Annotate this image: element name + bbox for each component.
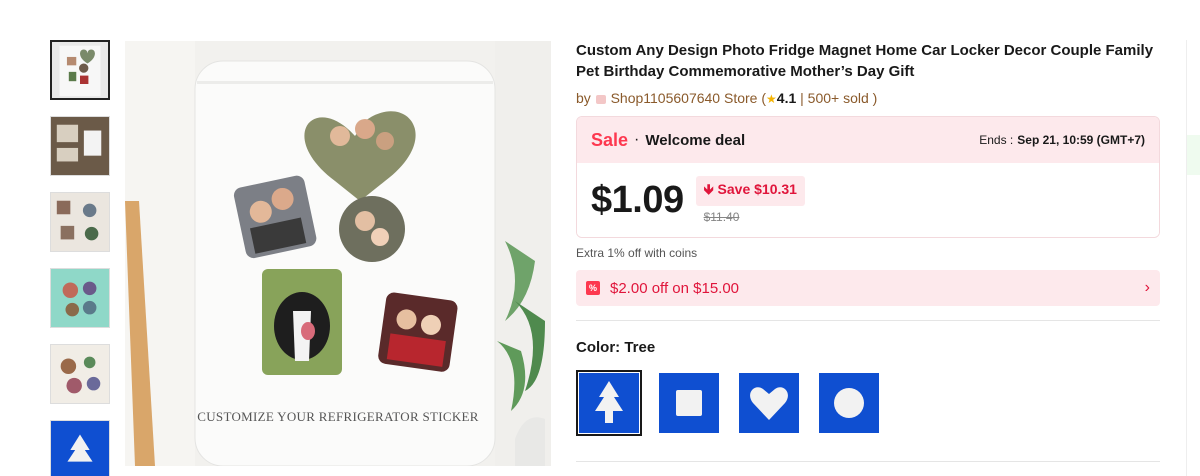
ends-value: Sep 21, 10:59 (GMT+7) xyxy=(1017,133,1145,147)
right-panel-accent xyxy=(1187,135,1200,175)
sold-count: | 500+ sold ) xyxy=(796,90,878,106)
thumbnail-5[interactable] xyxy=(50,344,110,404)
bottom-divider xyxy=(576,461,1160,462)
circle-icon xyxy=(834,388,864,418)
main-product-image[interactable]: CUSTOMIZE YOUR REFRIGERATOR STICKER xyxy=(125,41,551,466)
swatch-heart[interactable] xyxy=(736,370,802,436)
swatch-tree[interactable] xyxy=(576,370,642,436)
original-price: $11.40 xyxy=(703,210,740,224)
thumbnail-1[interactable] xyxy=(50,40,110,100)
current-price: $1.09 xyxy=(591,178,684,221)
store-rating: 4.1 xyxy=(776,90,797,106)
swatch-circle[interactable] xyxy=(816,370,882,436)
welcome-deal-label: Welcome deal xyxy=(645,131,746,149)
sale-box: Sale · Welcome deal Ends : Sep 21, 10:59 … xyxy=(576,116,1160,238)
ends-label: Ends : xyxy=(979,133,1014,147)
thumbnail-list xyxy=(50,40,112,476)
thumbnail-4[interactable] xyxy=(50,268,110,328)
chevron-right-icon: › xyxy=(1144,279,1150,296)
coupon-banner[interactable]: % $2.00 off on $15.00 › xyxy=(576,270,1160,306)
star-icon: ★ xyxy=(766,92,777,106)
product-info: Custom Any Design Photo Fridge Magnet Ho… xyxy=(576,40,1160,436)
color-label: Color: Tree xyxy=(576,339,656,356)
save-badge: 🡻 Save $10.31 xyxy=(695,176,805,206)
store-line: by Shop1105607640 Store (★4.1 | 500+ sol… xyxy=(576,90,1160,106)
sale-tag: Sale xyxy=(591,129,629,150)
save-column: 🡻 Save $10.31 $11.40 xyxy=(695,176,805,224)
coins-text: Extra 1% off with coins xyxy=(576,246,698,260)
thumbnail-2[interactable] xyxy=(50,116,110,176)
sale-ends: Ends : Sep 21, 10:59 (GMT+7) xyxy=(979,133,1145,147)
thumbnail-3[interactable] xyxy=(50,192,110,252)
divider xyxy=(576,320,1160,321)
right-panel-edge xyxy=(1186,40,1187,476)
coupon-icon: % xyxy=(586,281,600,295)
swatch-square[interactable] xyxy=(656,370,722,436)
separator-dot: · xyxy=(634,131,640,148)
store-link[interactable]: Shop1105607640 Store xyxy=(611,90,758,106)
product-title: Custom Any Design Photo Fridge Magnet Ho… xyxy=(576,42,1154,80)
by-label: by xyxy=(576,90,591,106)
store-icon xyxy=(595,94,606,104)
sale-header: Sale · Welcome deal Ends : Sep 21, 10:59 … xyxy=(577,117,1159,163)
price-row: $1.09 🡻 Save $10.31 $11.40 xyxy=(577,163,1159,237)
coupon-text: $2.00 off on $15.00 xyxy=(610,279,740,297)
image-caption: CUSTOMIZE YOUR REFRIGERATOR STICKER xyxy=(197,409,479,424)
paren-open: ( xyxy=(757,90,767,106)
color-swatches xyxy=(576,370,1160,436)
product-page: CUSTOMIZE YOUR REFRIGERATOR STICKER Cust… xyxy=(0,0,1200,476)
square-icon xyxy=(676,390,702,416)
thumbnail-6[interactable] xyxy=(50,420,110,476)
